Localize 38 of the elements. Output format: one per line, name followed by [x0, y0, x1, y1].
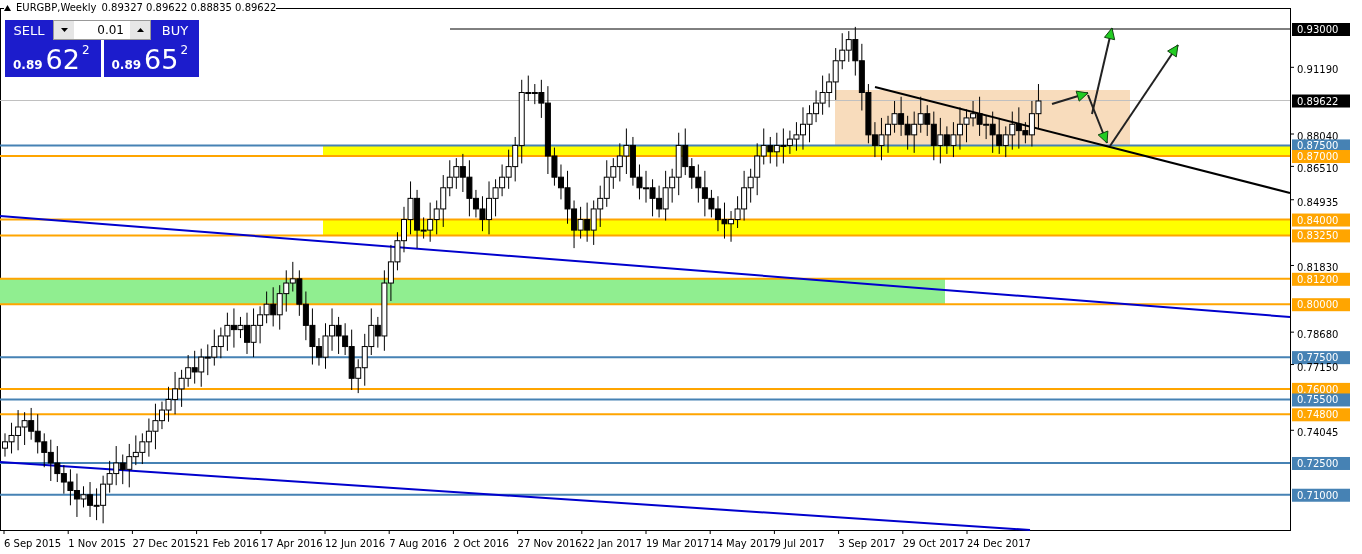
date-label: 21 Feb 2016 — [196, 538, 259, 549]
symbol-title: EURGBP,Weekly — [16, 2, 97, 13]
date-label: 1 Nov 2015 — [68, 538, 126, 549]
price-label: 0.84935 — [1297, 196, 1339, 208]
date-label: 19 Mar 2017 — [646, 538, 710, 549]
price-label: 0.86510 — [1297, 163, 1339, 175]
date-label: 6 Sep 2015 — [4, 538, 62, 549]
date-label: 27 Nov 2016 — [517, 538, 582, 549]
price-tag: 0.83250 — [1292, 229, 1350, 243]
date-label: 27 Dec 2015 — [132, 538, 197, 549]
price-tag: 0.72500 — [1292, 457, 1350, 470]
date-label: 24 Dec 2017 — [967, 538, 1031, 549]
price-label: 0.81830 — [1297, 262, 1339, 274]
price-label: 0.78680 — [1297, 329, 1339, 341]
price-label: 0.88040 — [1297, 131, 1339, 142]
date-label: 12 Jun 2016 — [325, 538, 386, 549]
sell-button[interactable]: SELL — [5, 20, 53, 40]
date-label: 14 May 2017 — [710, 538, 776, 549]
price-tag: 0.89622 — [1292, 94, 1350, 108]
date-label: 9 Jul 2017 — [774, 538, 825, 549]
date-label: 2 Oct 2016 — [453, 538, 509, 549]
price-tag: 0.81200 — [1292, 272, 1350, 286]
date-label: 3 Sep 2017 — [838, 538, 896, 549]
price-tag: 0.93000 — [1292, 23, 1350, 36]
price-tag: 0.71000 — [1292, 488, 1350, 502]
date-label: 7 Aug 2016 — [389, 538, 447, 549]
price-tag: 0.74800 — [1292, 408, 1350, 422]
buy-button[interactable]: BUY — [151, 20, 199, 40]
price-tag: 0.75500 — [1292, 393, 1350, 407]
price-label: 0.74045 — [1297, 427, 1339, 439]
price-label: 0.91190 — [1297, 64, 1339, 76]
date-label: 17 Apr 2016 — [260, 538, 323, 549]
price-tag: 0.80000 — [1292, 298, 1350, 312]
date-label: 22 Jan 2017 — [581, 538, 642, 549]
ohlc-values: 0.89327 0.89622 0.88835 0.89622 — [101, 2, 277, 13]
date-label: 29 Oct 2017 — [902, 538, 965, 549]
price-tag: 0.84000 — [1292, 213, 1350, 227]
price-tag: 0.87000 — [1292, 150, 1350, 163]
